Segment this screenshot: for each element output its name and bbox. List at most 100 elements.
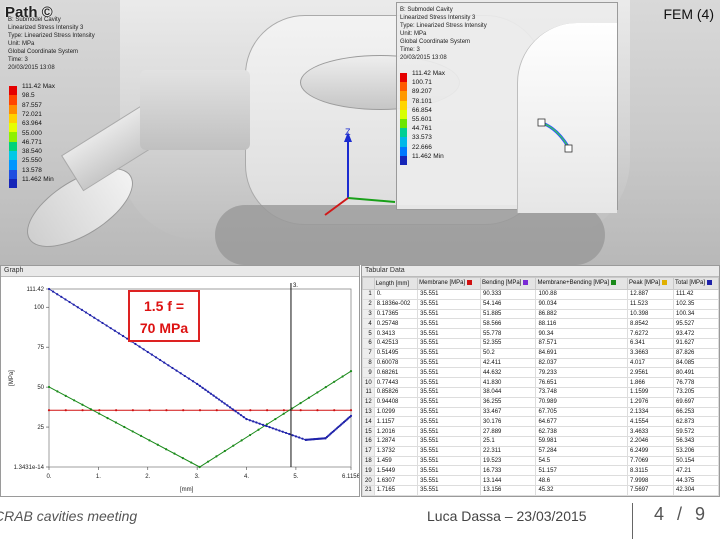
table-cell: 0.85826 — [373, 386, 419, 398]
row-index-cell: 2 — [362, 298, 375, 310]
series-point-0 — [98, 409, 101, 412]
table-cell: 59.981 — [535, 435, 628, 447]
series-point-2 — [191, 380, 195, 383]
table-row[interactable]: 3 0.17365 35.551 51.885 86.882 10.398 100.34 — [362, 308, 719, 320]
table-row[interactable]: 17 1.3732 35.551 22.311 57.284 6.2499 53.206 — [362, 445, 719, 457]
table-cell: 91.627 — [673, 337, 719, 349]
series-point-2 — [207, 390, 210, 393]
legend-color-bar — [9, 86, 17, 189]
table-cell: 16.733 — [480, 465, 537, 477]
table-row[interactable]: 2 8.1836e-002 35.551 54.146 90.034 11.523 102.… — [362, 298, 719, 310]
table-column-header[interactable]: Total [MPa] — [673, 277, 719, 290]
table-row[interactable]: 12 0.94408 35.551 36.255 70.989 1.2976 69.697 — [362, 396, 719, 408]
main_legend-swatch — [9, 160, 17, 170]
table-cell: 11.523 — [626, 298, 675, 310]
series-point-0 — [198, 409, 202, 412]
series-point-1 — [89, 408, 92, 411]
table-row[interactable]: 13 1.0299 35.551 33.467 67.705 2.1334 66.253 — [362, 406, 719, 418]
series-point-2 — [60, 295, 63, 298]
series-point-1 — [248, 433, 252, 437]
table-cell: 1.2874 — [373, 435, 419, 447]
main_legend-swatch — [9, 95, 17, 105]
table-cell: 35.551 — [417, 298, 482, 310]
footer-divider — [632, 503, 633, 539]
y-tick-label: 50 — [37, 385, 44, 391]
series-point-2 — [231, 408, 234, 411]
series-point-2 — [167, 364, 170, 367]
table-row[interactable]: 9 0.68261 35.551 44.632 79.233 2.9561 80.491 — [362, 367, 719, 379]
table-row[interactable]: 8 0.60078 35.551 42.411 82.037 4.017 84.085 — [362, 357, 719, 369]
row-index-cell: 9 — [362, 367, 375, 379]
main_legend-info-line: Unit: MPa — [8, 41, 35, 47]
table-row[interactable]: 11 0.85826 35.551 38.044 73.748 1.1599 73.205 — [362, 386, 719, 398]
table-cell: 0.51495 — [373, 347, 419, 359]
table-row[interactable]: 20 1.6307 35.551 13.144 48.6 7.9998 44.375 — [362, 475, 719, 486]
table-row[interactable]: 14 1.1157 35.551 30.176 64.677 4.1554 62.873 — [362, 416, 719, 428]
table-row[interactable]: 1 0. 35.551 90.333 100.88 12.887 111.42 — [362, 289, 719, 300]
inset_legend-swatch — [400, 118, 407, 129]
table-row[interactable]: 21 1.7165 35.551 13.156 45.32 7.5697 42.304 — [362, 484, 719, 496]
tabular-data-panel[interactable]: Tabular Data Length [mm] Membrane [MPa] Be… — [361, 265, 720, 497]
table-row[interactable]: 5 0.3413 35.551 55.778 90.34 7.6272 93.472 — [362, 328, 719, 339]
table-cell: 35.551 — [417, 445, 482, 457]
table-cell: 0.17365 — [373, 308, 419, 320]
series-point-2 — [159, 358, 162, 362]
table-cell: 73.205 — [673, 386, 719, 398]
table-cell: 45.32 — [535, 484, 628, 496]
table-column-header[interactable]: Peak [MPa] — [626, 277, 675, 290]
table-row[interactable]: 6 0.42513 35.551 52.355 87.571 6.341 91.627 — [362, 337, 719, 349]
table-row[interactable]: 16 1.2874 35.551 25.1 59.981 2.2046 56.343 — [362, 435, 719, 447]
fem-viewport[interactable]: Z Path © B: Submodel Cavity Linearized St… — [0, 0, 720, 265]
table-cell: 111.42 — [673, 289, 719, 300]
series-point-0 — [64, 409, 67, 412]
row-index-cell: 3 — [362, 308, 375, 320]
series-point-2 — [68, 300, 71, 304]
inset_legend-info-line: Unit: MPa — [400, 31, 427, 37]
table-cell: 35.551 — [417, 328, 482, 339]
x-axis-label: [mm] — [180, 487, 194, 493]
series-point-1 — [64, 394, 67, 397]
table-column-header[interactable]: Bending [MPa] — [480, 277, 537, 290]
series-point-2 — [187, 377, 191, 380]
table-cell: 40.292 — [673, 494, 719, 496]
table-row[interactable]: 15 1.2016 35.551 27.889 62.738 3.4633 59.572 — [362, 426, 719, 437]
table-row[interactable]: 10 0.77443 35.551 41.830 76.651 1.866 76.778 — [362, 377, 719, 388]
x-tick-label: 5. — [293, 474, 298, 480]
table-cell: 44.375 — [673, 475, 719, 486]
table-cell: 19.523 — [480, 455, 537, 467]
inset_legend-info-line: Type: Linearized Stress Intensity — [400, 23, 487, 29]
series-point-0 — [333, 409, 336, 412]
y-tick-label: 100 — [34, 305, 45, 311]
series-point-2 — [284, 431, 288, 435]
series-point-1 — [257, 428, 260, 431]
inset_legend-swatch — [400, 109, 407, 119]
series-point-2 — [278, 429, 281, 432]
series-point-2 — [265, 424, 268, 428]
row-index-cell: 22 — [362, 494, 375, 496]
footer-meeting: CRAB cavities meeting — [0, 508, 138, 524]
table-cell: 1.8024 — [373, 494, 419, 496]
table-column-header[interactable]: Membrane [MPa] — [417, 277, 482, 290]
table-column-header[interactable]: Length [mm] — [373, 277, 419, 290]
table-row[interactable]: 19 1.5449 35.551 16.733 51.157 8.3115 47.21 — [362, 465, 719, 477]
series-point-1 — [131, 430, 134, 433]
table-cell: 62.873 — [673, 416, 719, 428]
table-cell: 27.889 — [480, 426, 537, 437]
y-tick-label: 75 — [37, 345, 44, 351]
table-cell: 73.748 — [535, 386, 628, 398]
main_legend-info-line: Global Coordinate System — [8, 49, 79, 55]
table-row[interactable]: 4 0.25748 35.551 58.566 88.116 8.8542 95.527 — [362, 318, 719, 330]
table-row[interactable]: 7 0.51495 35.551 50.2 84.691 3.3663 87.826 — [362, 347, 719, 359]
table-row[interactable]: 18 1.459 35.551 19.523 54.5 7.7069 50.154 — [362, 455, 719, 467]
table-cell: 56.343 — [673, 435, 719, 447]
table-cell: 48.6 — [535, 475, 628, 486]
series-point-1 — [324, 386, 327, 389]
inset_legend-info-line: Global Coordinate System — [400, 39, 471, 45]
inset_legend-info-line: B: Submodel Cavity — [400, 7, 453, 13]
table-cell: 35.551 — [417, 377, 482, 388]
table-row[interactable]: 221.802435.5511.356641.617.446240.292 — [362, 494, 719, 496]
table-cell: 1.459 — [373, 455, 419, 467]
series-point-1 — [316, 391, 319, 394]
table-cell: 38.044 — [480, 386, 537, 398]
table-column-header[interactable]: Membrane+Bending [MPa] — [535, 277, 628, 290]
